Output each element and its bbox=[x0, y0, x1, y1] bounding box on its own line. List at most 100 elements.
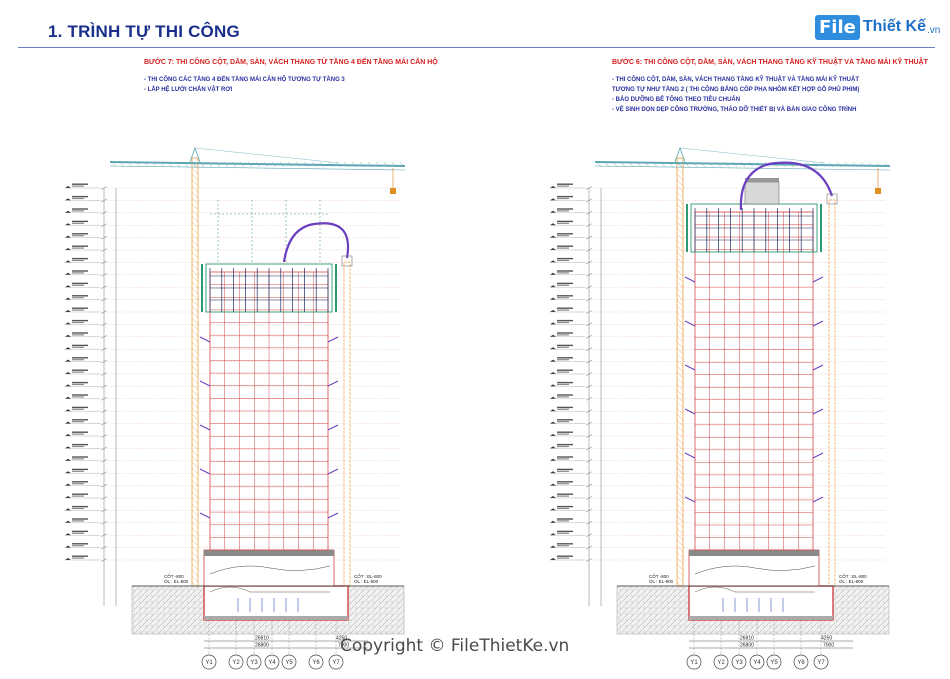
catch-bracket-left bbox=[684, 364, 696, 371]
crane-mast-brace bbox=[191, 227, 199, 235]
level-symbol bbox=[65, 384, 71, 387]
level-text-block bbox=[72, 307, 88, 309]
level-text-block bbox=[72, 543, 88, 545]
level-text-block bbox=[72, 518, 88, 520]
dimension-value: 26800 bbox=[255, 643, 269, 649]
level-text-block bbox=[557, 295, 573, 297]
level-text-block bbox=[72, 456, 88, 458]
level-text-block bbox=[72, 421, 84, 423]
level-symbol bbox=[65, 520, 71, 523]
crane-mast-brace bbox=[676, 449, 684, 457]
basement-slab bbox=[204, 616, 348, 620]
level-text-block bbox=[557, 507, 569, 510]
level-text-block bbox=[557, 270, 573, 272]
level-text-block bbox=[72, 408, 84, 410]
level-text-block bbox=[72, 396, 84, 398]
crane-mast-brace bbox=[676, 413, 684, 421]
level-text-block bbox=[72, 495, 84, 497]
crane-mast-brace bbox=[191, 437, 199, 445]
catch-bracket-right bbox=[812, 452, 824, 459]
crane-pendant bbox=[679, 147, 826, 164]
level-text-block bbox=[557, 208, 573, 210]
crane-mast-brace bbox=[676, 293, 684, 301]
crane-mast-brace bbox=[676, 545, 684, 553]
crane-mast-brace bbox=[191, 359, 199, 367]
level-text-block bbox=[557, 319, 573, 322]
level-text-block bbox=[557, 282, 573, 285]
level-text-block bbox=[557, 419, 573, 421]
crane-mast-brace bbox=[191, 167, 199, 175]
level-text-block bbox=[557, 346, 569, 348]
crane-mast-brace bbox=[191, 347, 199, 355]
level-text-block bbox=[72, 197, 84, 200]
crane-mast-brace bbox=[676, 371, 684, 379]
dimension-value: 7000 bbox=[823, 643, 834, 649]
roof-machine-room bbox=[744, 181, 780, 205]
level-symbol bbox=[550, 260, 556, 263]
catch-bracket-left bbox=[199, 336, 211, 343]
basement-box bbox=[203, 585, 349, 621]
level-text-block bbox=[72, 493, 88, 495]
level-text-block bbox=[557, 545, 569, 547]
level-text-block bbox=[557, 443, 573, 446]
crane-mast-brace bbox=[191, 185, 199, 193]
right-elevation-label: OL : EL-800 bbox=[839, 579, 864, 584]
level-text-block bbox=[557, 210, 569, 212]
level-text-block bbox=[557, 297, 569, 299]
level-symbol bbox=[65, 359, 71, 362]
level-text-block bbox=[72, 545, 84, 547]
crane-mast-brace bbox=[676, 251, 684, 259]
crane-mast-brace bbox=[191, 323, 199, 331]
level-symbol bbox=[550, 198, 556, 201]
level-symbol bbox=[65, 285, 71, 288]
catch-bracket-left bbox=[199, 512, 211, 519]
crane-mast-brace bbox=[191, 575, 199, 583]
level-text-block bbox=[557, 220, 573, 223]
level-text-block bbox=[72, 532, 84, 534]
level-text-block bbox=[557, 233, 573, 235]
level-symbol bbox=[550, 558, 556, 560]
crane-mast-brace bbox=[191, 353, 199, 361]
level-text-block bbox=[557, 284, 569, 286]
catch-bracket-left bbox=[199, 468, 211, 475]
level-text-block bbox=[557, 394, 573, 396]
level-text-block bbox=[72, 468, 88, 471]
level-text-block bbox=[557, 557, 569, 559]
level-text-block bbox=[557, 371, 569, 373]
concrete-pump bbox=[739, 161, 838, 587]
crane-mast-brace bbox=[676, 263, 684, 271]
level-text-block bbox=[557, 468, 573, 471]
catch-bracket-right bbox=[327, 512, 339, 519]
crane-mast-brace bbox=[191, 419, 199, 427]
level-text-block bbox=[72, 334, 84, 336]
basement-slab bbox=[689, 616, 833, 620]
level-text-block bbox=[72, 272, 84, 274]
crane-mast-brace bbox=[191, 569, 199, 577]
level-text-block bbox=[72, 183, 88, 185]
crane-mast-brace bbox=[191, 461, 199, 469]
grid-label: Y6 bbox=[797, 660, 805, 666]
level-text-block bbox=[557, 359, 569, 361]
crane-mast-brace bbox=[191, 233, 199, 241]
level-text-block bbox=[557, 222, 569, 224]
crane-mast-brace bbox=[191, 413, 199, 421]
crane-mast-brace bbox=[191, 215, 199, 223]
crane-mast-brace bbox=[676, 287, 684, 295]
crane-mast bbox=[676, 157, 684, 587]
crane-mast-brace bbox=[676, 479, 684, 487]
level-symbol bbox=[65, 508, 71, 511]
grid-label: Y5 bbox=[285, 660, 293, 666]
catch-bracket-left bbox=[684, 320, 696, 327]
level-text-block bbox=[557, 505, 573, 508]
elevation-panel-2: CỐT -800OL : EL-800CỐT : EL-800OL : EL-8… bbox=[550, 146, 891, 670]
grid-label: Y4 bbox=[268, 660, 276, 666]
level-symbol bbox=[65, 198, 71, 201]
level-symbol bbox=[550, 186, 556, 188]
level-text-block bbox=[72, 195, 88, 198]
level-symbol bbox=[550, 421, 556, 424]
level-symbol bbox=[550, 322, 556, 325]
level-symbol bbox=[65, 347, 71, 350]
crane-mast-brace bbox=[676, 431, 684, 439]
crane-mast-brace bbox=[676, 341, 684, 349]
level-text-block bbox=[72, 270, 88, 272]
